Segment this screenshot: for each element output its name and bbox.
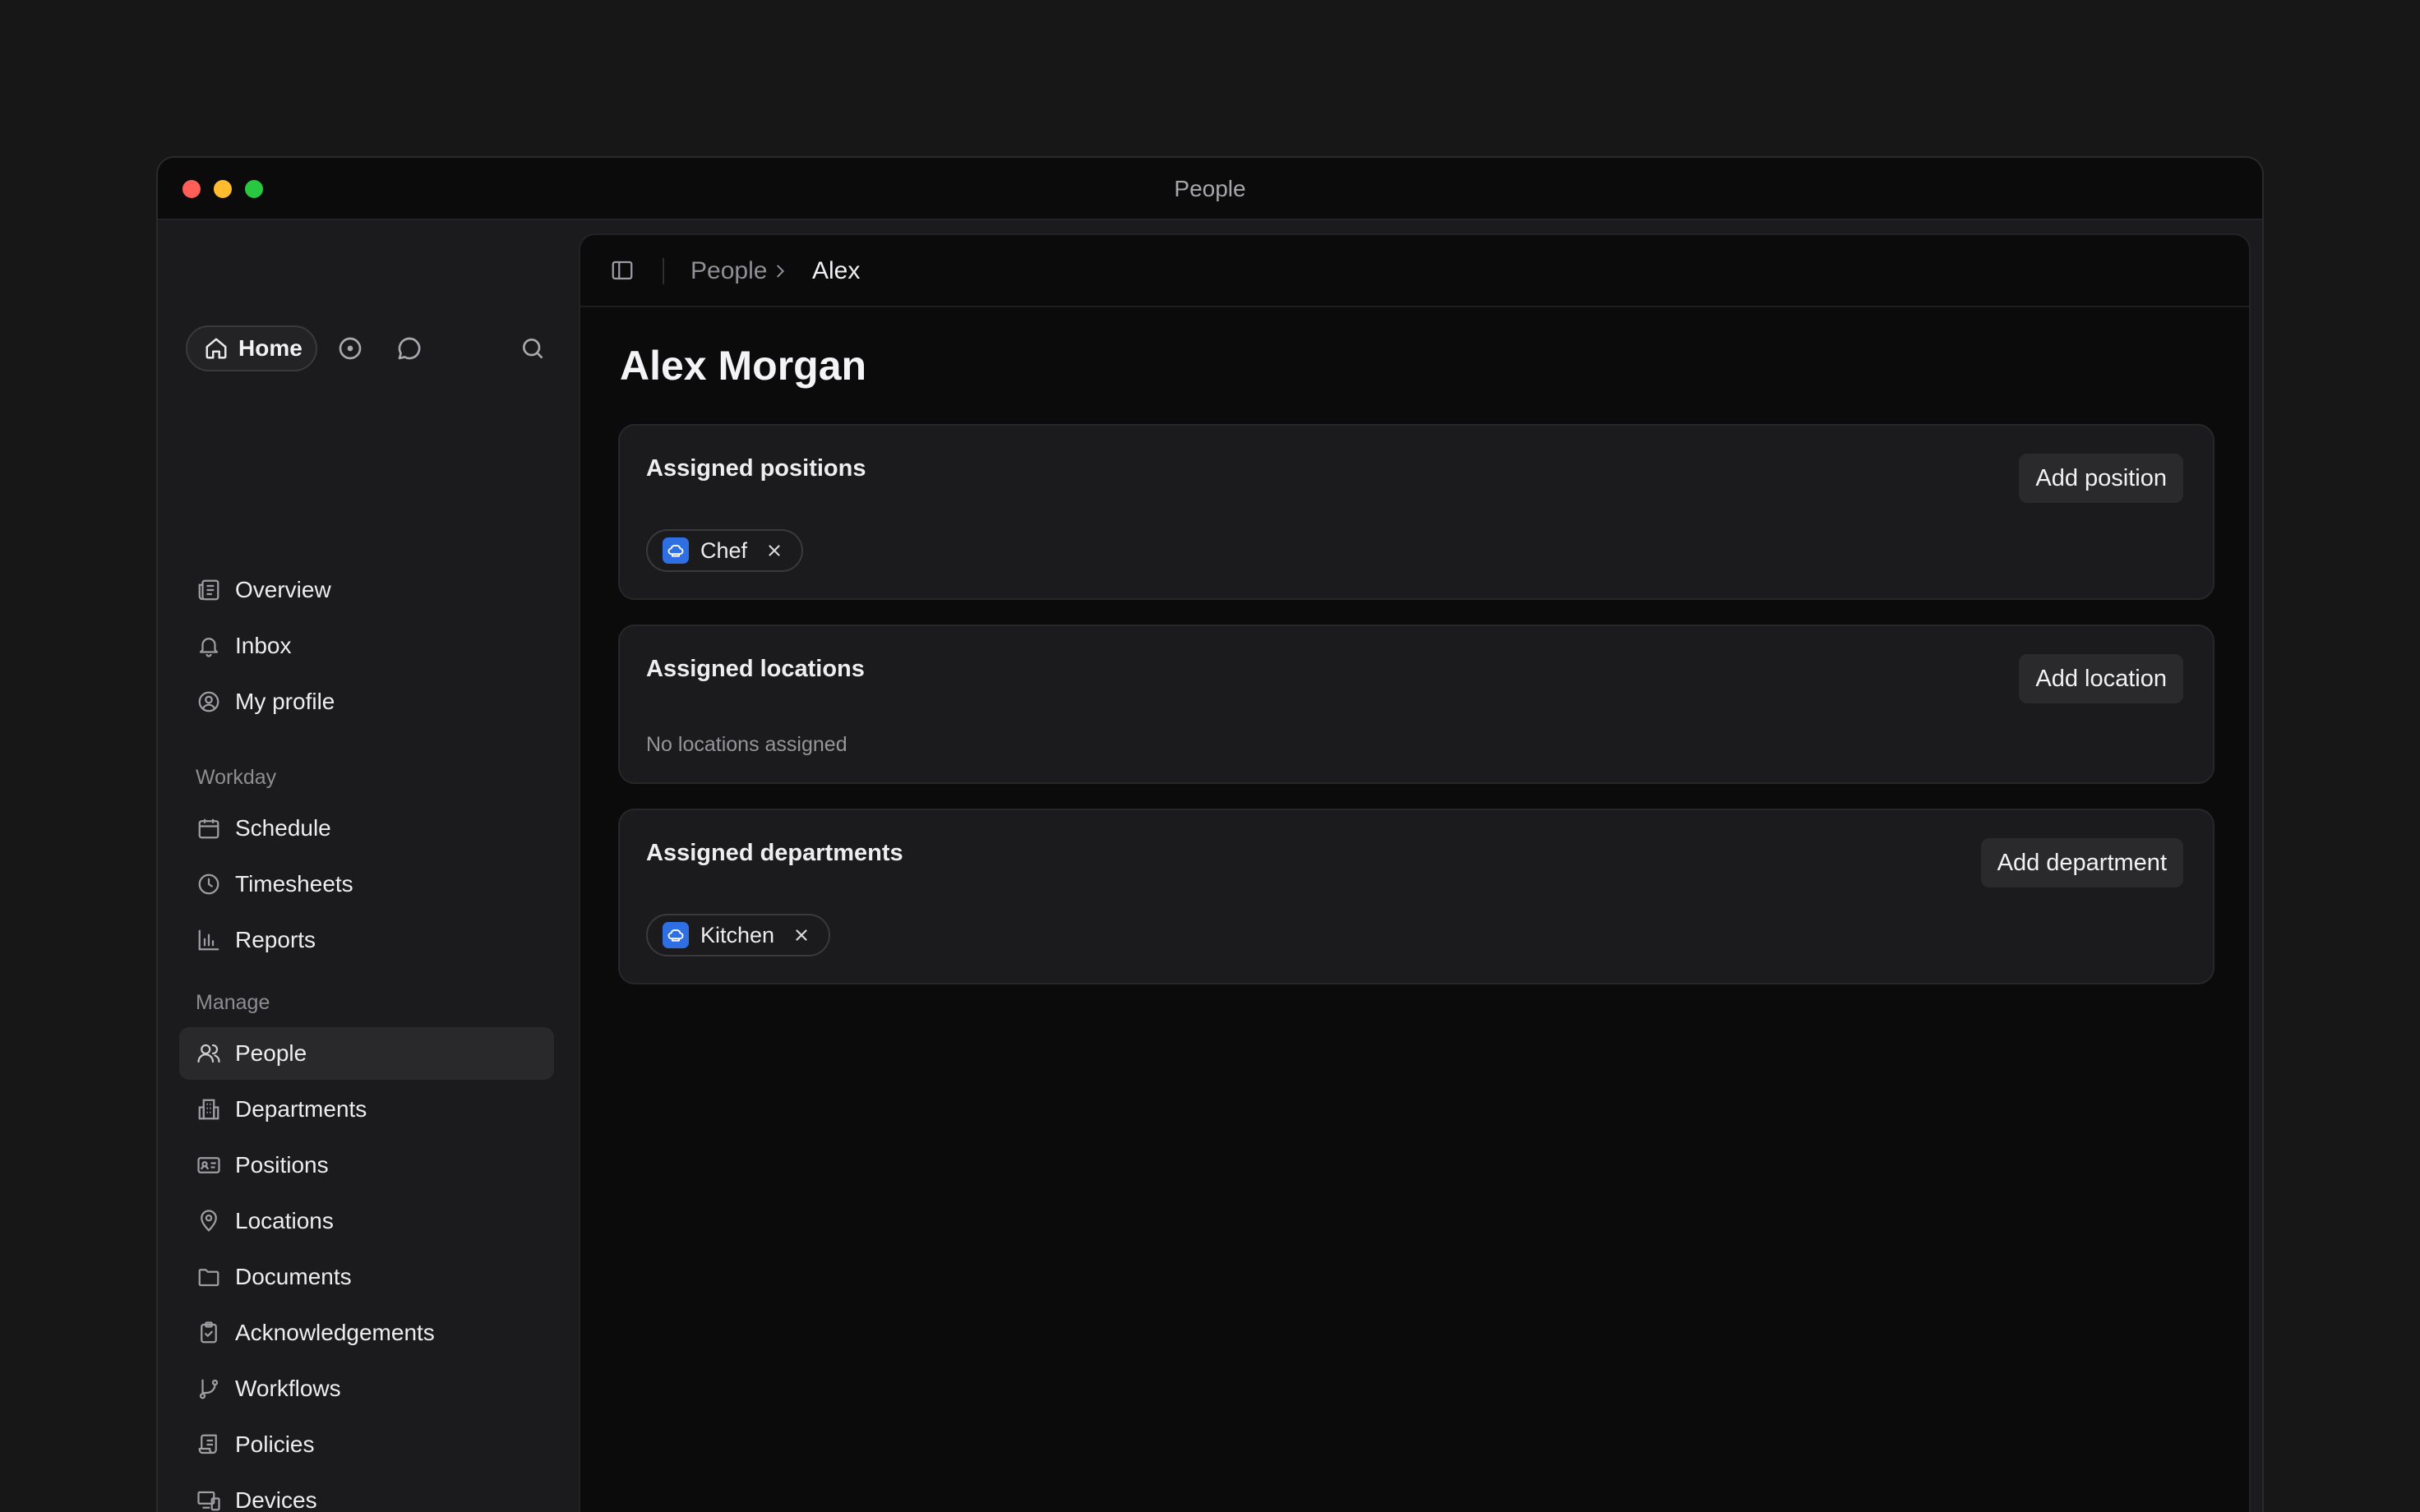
devices-icon — [196, 1487, 222, 1512]
clipboard-check-icon — [196, 1320, 222, 1346]
sidebar-item-label: Timesheets — [235, 871, 353, 897]
breadcrumb-current: Alex — [812, 257, 861, 284]
circle-dot-icon[interactable] — [335, 334, 365, 363]
position-chip: Chef — [646, 529, 804, 572]
sidebar-item-departments[interactable]: Departments — [179, 1083, 554, 1136]
sidebar-item-documents[interactable]: Documents — [179, 1251, 554, 1303]
sidebar-item-label: Schedule — [235, 815, 331, 841]
newspaper-icon — [196, 577, 222, 603]
sidebar: Home Overview Inbox My profile Workday S… — [158, 220, 579, 1512]
chat-icon[interactable] — [395, 334, 424, 363]
remove-chip-icon[interactable] — [765, 542, 783, 560]
building-icon — [196, 1096, 222, 1122]
add-department-button[interactable]: Add department — [1980, 838, 2183, 887]
departments-card: Assigned departments Add department Kitc… — [618, 809, 2214, 984]
app-window: People Home Overview Inbox My profile Wo… — [156, 156, 2264, 1512]
sidebar-item-my-profile[interactable]: My profile — [179, 675, 554, 728]
sidebar-item-workflows[interactable]: Workflows — [179, 1362, 554, 1415]
sidebar-item-reports[interactable]: Reports — [179, 914, 554, 966]
department-chip: Kitchen — [646, 914, 831, 957]
map-pin-icon — [196, 1208, 222, 1234]
main-header: People Alex — [580, 235, 2249, 307]
search-icon[interactable] — [518, 334, 547, 363]
chef-hat-icon — [663, 537, 689, 564]
chip-label: Chef — [700, 537, 748, 563]
sidebar-item-schedule[interactable]: Schedule — [179, 802, 554, 855]
sidebar-item-label: Positions — [235, 1152, 329, 1178]
id-card-icon — [196, 1152, 222, 1178]
breadcrumb-people[interactable]: People — [690, 235, 767, 307]
add-location-button[interactable]: Add location — [2019, 654, 2183, 703]
locations-card: Assigned locations Add location No locat… — [618, 625, 2214, 784]
sidebar-toggle-icon[interactable] — [610, 258, 636, 284]
sidebar-item-label: Documents — [235, 1264, 352, 1289]
bell-icon — [196, 633, 222, 659]
sidebar-item-label: Workflows — [235, 1376, 341, 1401]
home-icon — [204, 336, 229, 361]
sidebar-item-acknowledgements[interactable]: Acknowledgements — [179, 1307, 554, 1359]
sidebar-item-label: Reports — [235, 927, 316, 952]
empty-locations-note: No locations assigned — [646, 733, 847, 756]
card-title: Assigned departments — [646, 840, 903, 866]
sidebar-item-timesheets[interactable]: Timesheets — [179, 858, 554, 910]
page-title: Alex Morgan — [620, 343, 867, 389]
add-position-button[interactable]: Add position — [2019, 454, 2183, 503]
sidebar-item-label: People — [235, 1040, 307, 1066]
main-panel: People Alex Alex Morgan Assigned positio… — [579, 233, 2251, 1512]
sidebar-item-policies[interactable]: Policies — [179, 1418, 554, 1471]
calendar-icon — [196, 815, 222, 841]
sidebar-item-label: Overview — [235, 577, 331, 602]
chevron-right-icon — [771, 235, 791, 307]
sidebar-item-label: Departments — [235, 1096, 367, 1122]
sidebar-item-overview[interactable]: Overview — [179, 564, 554, 616]
sidebar-item-people[interactable]: People — [179, 1027, 554, 1080]
remove-chip-icon[interactable] — [792, 926, 811, 944]
card-title: Assigned locations — [646, 656, 865, 682]
chip-label: Kitchen — [700, 922, 775, 947]
home-label: Home — [238, 335, 302, 361]
folder-icon — [196, 1264, 222, 1290]
chef-hat-icon — [663, 922, 689, 948]
sidebar-item-devices[interactable]: Devices — [179, 1474, 554, 1512]
sidebar-item-label: Policies — [235, 1431, 315, 1457]
title-bar: People — [158, 158, 2262, 220]
sidebar-item-label: Devices — [235, 1487, 317, 1512]
sidebar-item-inbox[interactable]: Inbox — [179, 620, 554, 672]
sidebar-item-locations[interactable]: Locations — [179, 1195, 554, 1247]
clock-icon — [196, 871, 222, 897]
users-icon — [196, 1040, 222, 1067]
git-branch-icon — [196, 1376, 222, 1402]
section-label-workday: Workday — [196, 766, 277, 789]
sidebar-item-label: Acknowledgements — [235, 1320, 435, 1345]
user-circle-icon — [196, 689, 222, 715]
scroll-icon — [196, 1431, 222, 1458]
sidebar-topbar: Home — [186, 325, 552, 371]
card-title: Assigned positions — [646, 455, 866, 482]
section-label-manage: Manage — [196, 991, 270, 1014]
sidebar-item-label: My profile — [235, 689, 335, 714]
sidebar-item-label: Locations — [235, 1208, 334, 1233]
bar-chart-icon — [196, 927, 222, 953]
window-title: People — [1174, 176, 1246, 201]
positions-card: Assigned positions Add position Chef — [618, 424, 2214, 600]
sidebar-item-positions[interactable]: Positions — [179, 1139, 554, 1192]
header-divider — [663, 258, 664, 284]
sidebar-item-label: Inbox — [235, 633, 292, 658]
home-button[interactable]: Home — [186, 325, 317, 371]
